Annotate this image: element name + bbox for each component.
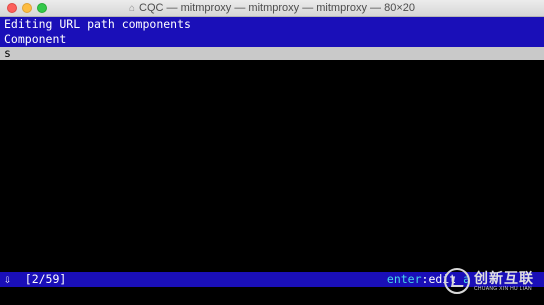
column-header: Component <box>0 32 544 47</box>
watermark-brand-en: CHUANG XIN HU LIAN <box>474 286 532 292</box>
home-folder-icon: ⌂ <box>128 3 136 14</box>
watermark-logo: 创新互联 CHUANG XIN HU LIAN <box>444 266 542 296</box>
window-title: CQC — mitmproxy — mitmproxy — mitmproxy … <box>139 2 415 14</box>
enter-key-hint: enter <box>386 272 422 286</box>
flow-position-indicator: ⇩ [2/59] <box>4 272 67 286</box>
terminal-content[interactable]: Editing URL path components Component s … <box>0 17 544 305</box>
brand-logo-icon <box>444 268 470 294</box>
window-title-wrap: ⌂ CQC — mitmproxy — mitmproxy — mitmproxy… <box>0 1 544 16</box>
watermark-brand-cn: 创新互联 <box>474 270 534 286</box>
terminal-window: ⌂ CQC — mitmproxy — mitmproxy — mitmproxy… <box>0 0 544 305</box>
editor-heading: Editing URL path components <box>0 17 544 32</box>
selected-component-row[interactable]: s <box>0 47 544 60</box>
title-bar[interactable]: ⌂ CQC — mitmproxy — mitmproxy — mitmproxy… <box>0 0 544 17</box>
